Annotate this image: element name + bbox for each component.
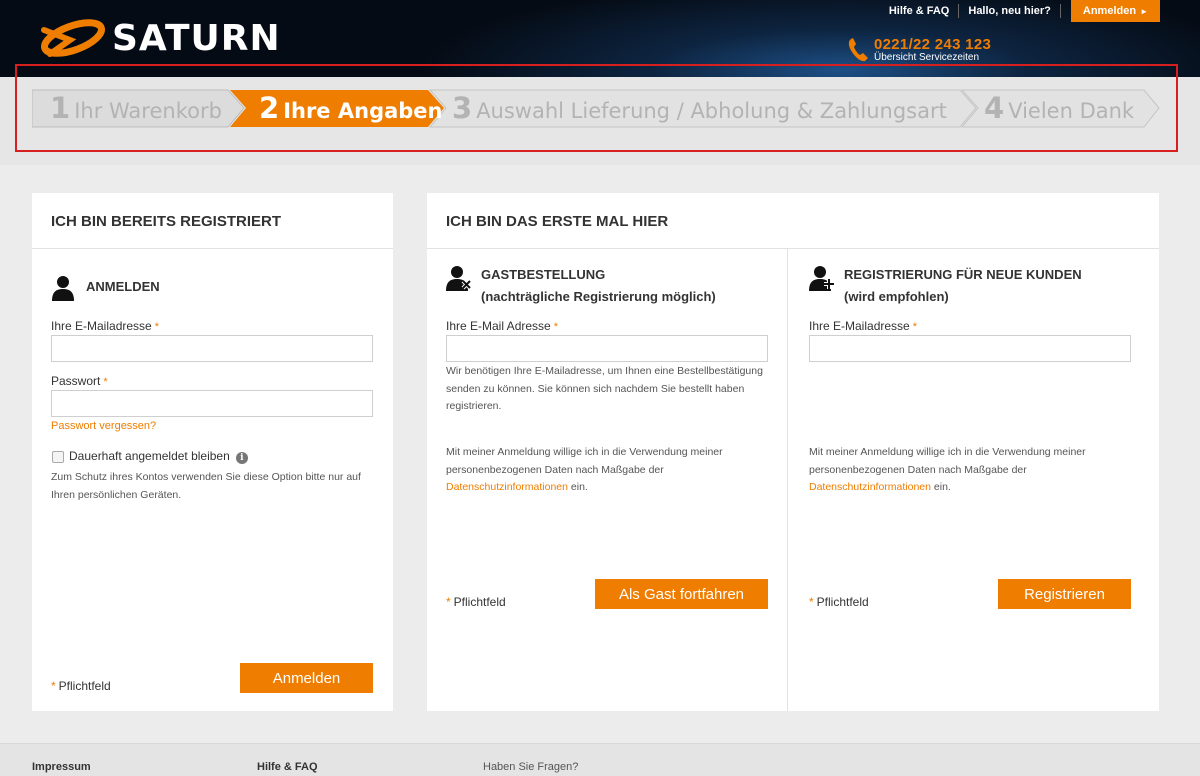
register-title: REGISTRIERUNG FÜR NEUE KUNDEN — [844, 267, 1082, 282]
continue-as-guest-button[interactable]: Als Gast fortfahren — [595, 579, 768, 609]
step-label: Ihr Warenkorb — [74, 99, 222, 123]
required-mark: * — [103, 376, 108, 388]
remember-me-text: Dauerhaft angemeldet bleiben — [69, 449, 230, 463]
step-number: 1 — [50, 91, 71, 125]
user-icon — [52, 276, 74, 301]
privacy-info-link[interactable]: Datenschutzinformationen — [809, 481, 931, 493]
guest-consent-text: Mit meiner Anmeldung willige ich in die … — [446, 444, 776, 497]
user-add-icon — [809, 266, 834, 291]
register-section-text: REGISTRIERUNG FÜR NEUE KUNDEN (wird empf… — [844, 264, 1082, 308]
step-2: 2 Ihre Angaben — [259, 89, 443, 127]
consent-line: personenbezogenen Daten nach Maßgabe der — [446, 463, 664, 476]
consent-end: ein. — [931, 481, 951, 493]
password-label: Passwort * — [51, 374, 108, 388]
column-divider — [787, 249, 788, 711]
hint-line: senden zu können. Sie können sich nachde… — [446, 382, 745, 395]
step-label: Auswahl Lieferung / Abholung & Zahlungsa… — [476, 99, 947, 123]
site-footer: Impressum Hilfe & FAQ Haben Sie Fragen? — [0, 743, 1200, 776]
guest-email-field[interactable] — [446, 335, 768, 362]
guest-email-label: Ihre E-Mail Adresse * — [446, 319, 558, 333]
first-time-panel: ICH BIN DAS ERSTE MAL HIER GASTBESTELLUN… — [427, 193, 1159, 711]
questions-heading: Haben Sie Fragen? — [483, 761, 579, 773]
divider — [1059, 4, 1061, 18]
register-email-label: Ihre E-Mailadresse * — [809, 319, 917, 333]
header-login-button[interactable]: Anmelden ► — [1070, 0, 1160, 22]
register-email-label-text: Ihre E-Mailadresse — [809, 319, 910, 333]
info-icon[interactable]: i — [235, 452, 248, 464]
email-label-text: Ihre E-Mailadresse — [51, 319, 152, 333]
hint-line: Ihren persönlichen Geräten. — [51, 488, 182, 501]
email-label: Ihre E-Mailadresse * — [51, 319, 159, 333]
register-subtitle: (wird empfohlen) — [844, 289, 949, 304]
step-label: Ihre Angaben — [283, 99, 443, 123]
arrow-right-icon: ► — [1140, 7, 1148, 16]
guest-subtitle: (nachträgliche Registrierung möglich) — [481, 289, 716, 304]
guest-section-head: GASTBESTELLUNG (nachträgliche Registrier… — [446, 264, 716, 308]
required-note-text: Pflichtfeld — [58, 679, 111, 693]
password-label-text: Passwort — [51, 374, 101, 388]
step-number: 2 — [259, 91, 280, 125]
remember-me-hint: Zum Schutz ihres Kontos verwenden Sie di… — [51, 469, 381, 504]
step-4: 4 Vielen Dank — [984, 89, 1134, 127]
required-mark: * — [912, 321, 917, 333]
required-mark: * — [446, 595, 451, 609]
required-mark: * — [154, 321, 159, 333]
step-1[interactable]: 1 Ihr Warenkorb — [50, 89, 222, 127]
service-hours-link[interactable]: Übersicht Servicezeiten — [874, 52, 979, 63]
header-login-label: Anmelden — [1082, 5, 1137, 17]
privacy-info-link[interactable]: Datenschutzinformationen — [446, 481, 568, 493]
service-phone-number[interactable]: 0221/22 243 123 — [874, 36, 991, 53]
consent-line: Mit meiner Anmeldung willige ich in die … — [446, 446, 723, 458]
required-note: * Pflichtfeld — [809, 595, 869, 609]
login-section-title: ANMELDEN — [86, 279, 160, 294]
required-mark: * — [553, 321, 558, 333]
consent-line: Mit meiner Anmeldung willige ich in die … — [809, 446, 1086, 458]
panel-title: ICH BIN DAS ERSTE MAL HIER — [427, 193, 1159, 249]
remember-me-checkbox[interactable] — [52, 451, 64, 463]
step-label: Vielen Dank — [1008, 99, 1135, 123]
consent-line: personenbezogenen Daten nach Maßgabe der — [809, 463, 1027, 476]
guest-email-hint: Wir benötigen Ihre E-Mailadresse, um Ihn… — [446, 363, 776, 416]
register-section-head: REGISTRIERUNG FÜR NEUE KUNDEN (wird empf… — [809, 264, 1082, 308]
register-email-field[interactable] — [809, 335, 1131, 362]
guest-section-text: GASTBESTELLUNG (nachträgliche Registrier… — [481, 264, 716, 308]
login-button[interactable]: Anmelden — [240, 663, 373, 693]
register-button[interactable]: Registrieren — [998, 579, 1131, 609]
hint-line: Zum Schutz ihres Kontos verwenden Sie di… — [51, 471, 361, 483]
footer-help-link[interactable]: Hilfe & FAQ — [257, 761, 318, 773]
login-section-head: ANMELDEN — [51, 274, 160, 302]
register-consent-text: Mit meiner Anmeldung willige ich in die … — [809, 444, 1139, 497]
registered-panel: ICH BIN BEREITS REGISTRIERT ANMELDEN Ihr… — [32, 193, 393, 711]
guest-email-label-text: Ihre E-Mail Adresse — [446, 319, 551, 333]
remember-me-label[interactable]: Dauerhaft angemeldet bleiben i — [69, 449, 248, 464]
login-password-field[interactable] — [51, 390, 373, 417]
step-number: 3 — [452, 91, 473, 125]
hint-line: registrieren. — [446, 400, 502, 412]
hint-line: Wir benötigen Ihre E-Mailadresse, um Ihn… — [446, 365, 763, 377]
brand-wordmark[interactable]: SATURN — [112, 18, 281, 60]
help-faq-link[interactable]: Hilfe & FAQ — [880, 0, 959, 22]
step-3: 3 Auswahl Lieferung / Abholung & Zahlungs… — [452, 89, 947, 127]
required-note: * Pflichtfeld — [51, 679, 111, 693]
consent-end: ein. — [568, 481, 588, 493]
top-links: Hilfe & FAQ Hallo, neu hier? Anmelden ► — [880, 0, 1160, 22]
phone-icon — [848, 38, 868, 62]
required-note-text: Pflichtfeld — [816, 595, 869, 609]
required-note: * Pflichtfeld — [446, 595, 506, 609]
greeting-link[interactable]: Hallo, neu hier? — [959, 0, 1060, 22]
required-note-text: Pflichtfeld — [453, 595, 506, 609]
required-mark: * — [809, 595, 814, 609]
login-email-field[interactable] — [51, 335, 373, 362]
panel-title: ICH BIN BEREITS REGISTRIERT — [32, 193, 393, 249]
required-mark: * — [51, 679, 56, 693]
guest-title: GASTBESTELLUNG — [481, 267, 606, 282]
step-number: 4 — [984, 91, 1005, 125]
user-remove-icon — [446, 266, 472, 291]
forgot-password-link[interactable]: Passwort vergessen? — [51, 420, 156, 432]
impressum-link[interactable]: Impressum — [32, 761, 91, 773]
